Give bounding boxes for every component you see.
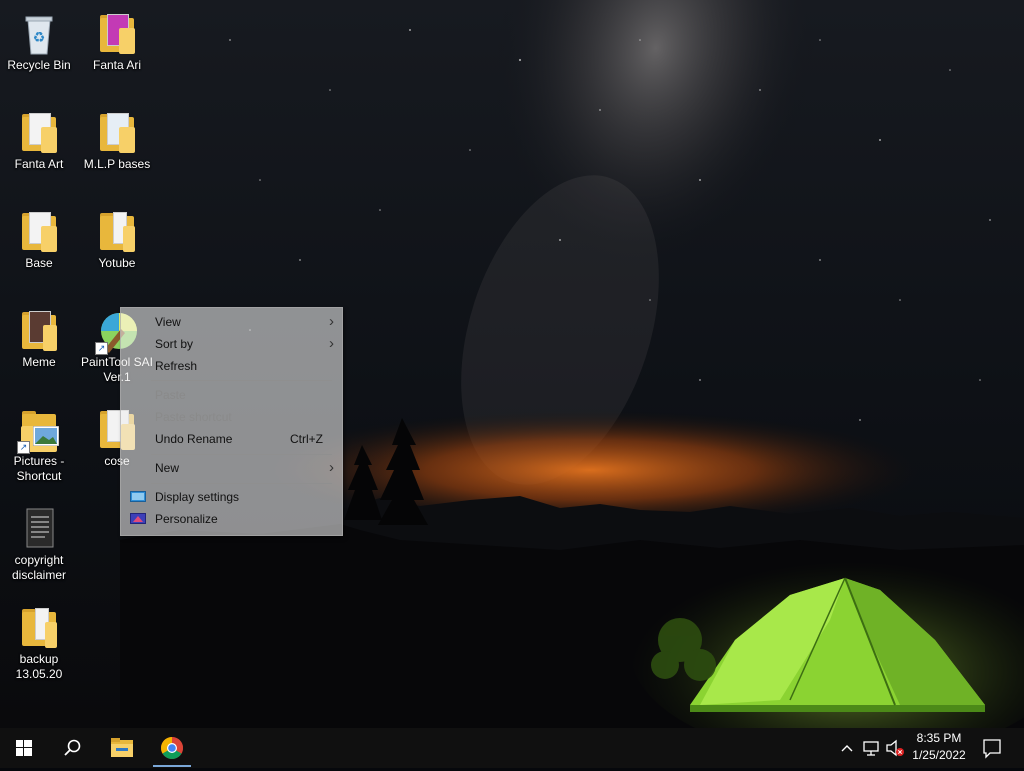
display-settings-icon <box>130 491 146 502</box>
recycle-bin-icon: ♻ <box>19 12 59 56</box>
desktop-icon-recycle-bin[interactable]: ♻ Recycle Bin <box>0 4 78 73</box>
menu-item-view[interactable]: View › <box>121 311 342 333</box>
menu-item-label: Personalize <box>155 512 218 526</box>
chevron-right-icon: › <box>329 335 334 352</box>
document-icon <box>19 507 59 551</box>
search-button[interactable] <box>48 728 96 768</box>
menu-item-label: Paste shortcut <box>155 410 232 424</box>
folder-icon <box>19 309 59 353</box>
taskbar-chrome[interactable] <box>148 728 196 768</box>
desktop-icon-label: backup 13.05.20 <box>15 652 63 681</box>
folder-icon: ↗ <box>17 408 59 454</box>
network-icon <box>863 741 879 756</box>
chevron-up-icon <box>841 745 853 752</box>
menu-separator <box>151 454 332 455</box>
desktop-icon-label: M.L.P bases <box>83 157 151 171</box>
network-button[interactable] <box>860 728 882 768</box>
chevron-right-icon: › <box>329 313 334 330</box>
desktop-icon-label: Recycle Bin <box>7 58 71 72</box>
folder-icon <box>97 12 137 56</box>
desktop-icon-label: Pictures - Shortcut <box>13 454 65 483</box>
menu-item-label: Refresh <box>155 359 198 373</box>
chrome-icon <box>161 737 183 759</box>
desktop-icon-label: Yotube <box>98 256 136 270</box>
menu-item-undo-rename[interactable]: Undo Rename Ctrl+Z <box>121 428 342 450</box>
menu-item-sort-by[interactable]: Sort by › <box>121 333 342 355</box>
folder-icon <box>97 111 137 155</box>
menu-item-label: New <box>155 461 180 475</box>
menu-item-label: Paste <box>155 388 186 402</box>
notification-icon <box>983 739 1001 759</box>
menu-item-refresh[interactable]: Refresh <box>121 355 342 377</box>
menu-item-paste[interactable]: Paste <box>121 384 342 406</box>
personalize-icon <box>130 513 146 524</box>
desktop-icon-backup[interactable]: backup 13.05.20 <box>0 598 78 682</box>
clock-time: 8:35 PM <box>916 731 962 745</box>
menu-separator <box>151 483 332 484</box>
desktop-icon-fanta-ari[interactable]: Fanta Ari <box>78 4 156 73</box>
menu-item-new[interactable]: New › <box>121 457 342 479</box>
desktop-icon-meme[interactable]: Meme <box>0 301 78 370</box>
menu-item-label: View <box>155 315 181 329</box>
desktop-icon-label: Fanta Ari <box>92 58 142 72</box>
desktop-icon-pictures-shortcut[interactable]: ↗ Pictures - Shortcut <box>0 400 78 484</box>
menu-separator <box>151 380 332 381</box>
folder-icon <box>19 111 59 155</box>
desktop-icon-yotube[interactable]: Yotube <box>78 202 156 271</box>
taskbar-file-explorer[interactable] <box>98 728 146 768</box>
folder-icon <box>19 606 59 650</box>
desktop-icon-fanta-art[interactable]: Fanta Art <box>0 103 78 172</box>
chrome-running-indicator <box>153 765 191 767</box>
menu-item-label: Display settings <box>155 490 240 504</box>
taskbar-clock[interactable]: 8:35 PM 1/25/2022 <box>906 730 972 764</box>
taskbar <box>0 728 1024 768</box>
desktop-icon-mlp-bases[interactable]: M.L.P bases <box>78 103 156 172</box>
svg-text:♻: ♻ <box>33 30 46 46</box>
chevron-right-icon: › <box>329 459 334 476</box>
menu-item-display-settings[interactable]: Display settings <box>121 486 342 508</box>
action-center-button[interactable] <box>978 728 1006 768</box>
desktop-icon-label: Fanta Art <box>14 157 64 171</box>
menu-item-paste-shortcut[interactable]: Paste shortcut <box>121 406 342 428</box>
shortcut-arrow-icon: ↗ <box>95 342 108 355</box>
folder-icon <box>97 210 137 254</box>
show-hidden-icons-button[interactable] <box>836 728 858 768</box>
search-icon <box>64 739 81 756</box>
desktop-icon-label: copyright disclaimer <box>11 553 66 582</box>
windows-logo-icon <box>16 740 32 756</box>
menu-item-label: Sort by <box>155 337 194 351</box>
menu-item-personalize[interactable]: Personalize <box>121 508 342 530</box>
desktop-icon-label: Base <box>25 256 53 270</box>
clock-date: 1/25/2022 <box>912 748 966 762</box>
desktop-context-menu: View › Sort by › Refresh Paste Paste sho… <box>120 307 343 536</box>
desktop-icon-base[interactable]: Base <box>0 202 78 271</box>
volume-muted-icon <box>886 739 904 757</box>
volume-button[interactable] <box>884 728 906 768</box>
folder-icon <box>19 210 59 254</box>
start-button[interactable] <box>0 728 48 768</box>
shortcut-arrow-icon: ↗ <box>17 441 30 454</box>
desktop-icon-label: Meme <box>22 355 56 369</box>
menu-item-label: Undo Rename <box>155 432 233 446</box>
desktop-icon-copyright-disclaimer[interactable]: copyright disclaimer <box>0 499 78 583</box>
file-explorer-icon <box>111 738 133 757</box>
menu-item-shortcut: Ctrl+Z <box>290 432 323 446</box>
